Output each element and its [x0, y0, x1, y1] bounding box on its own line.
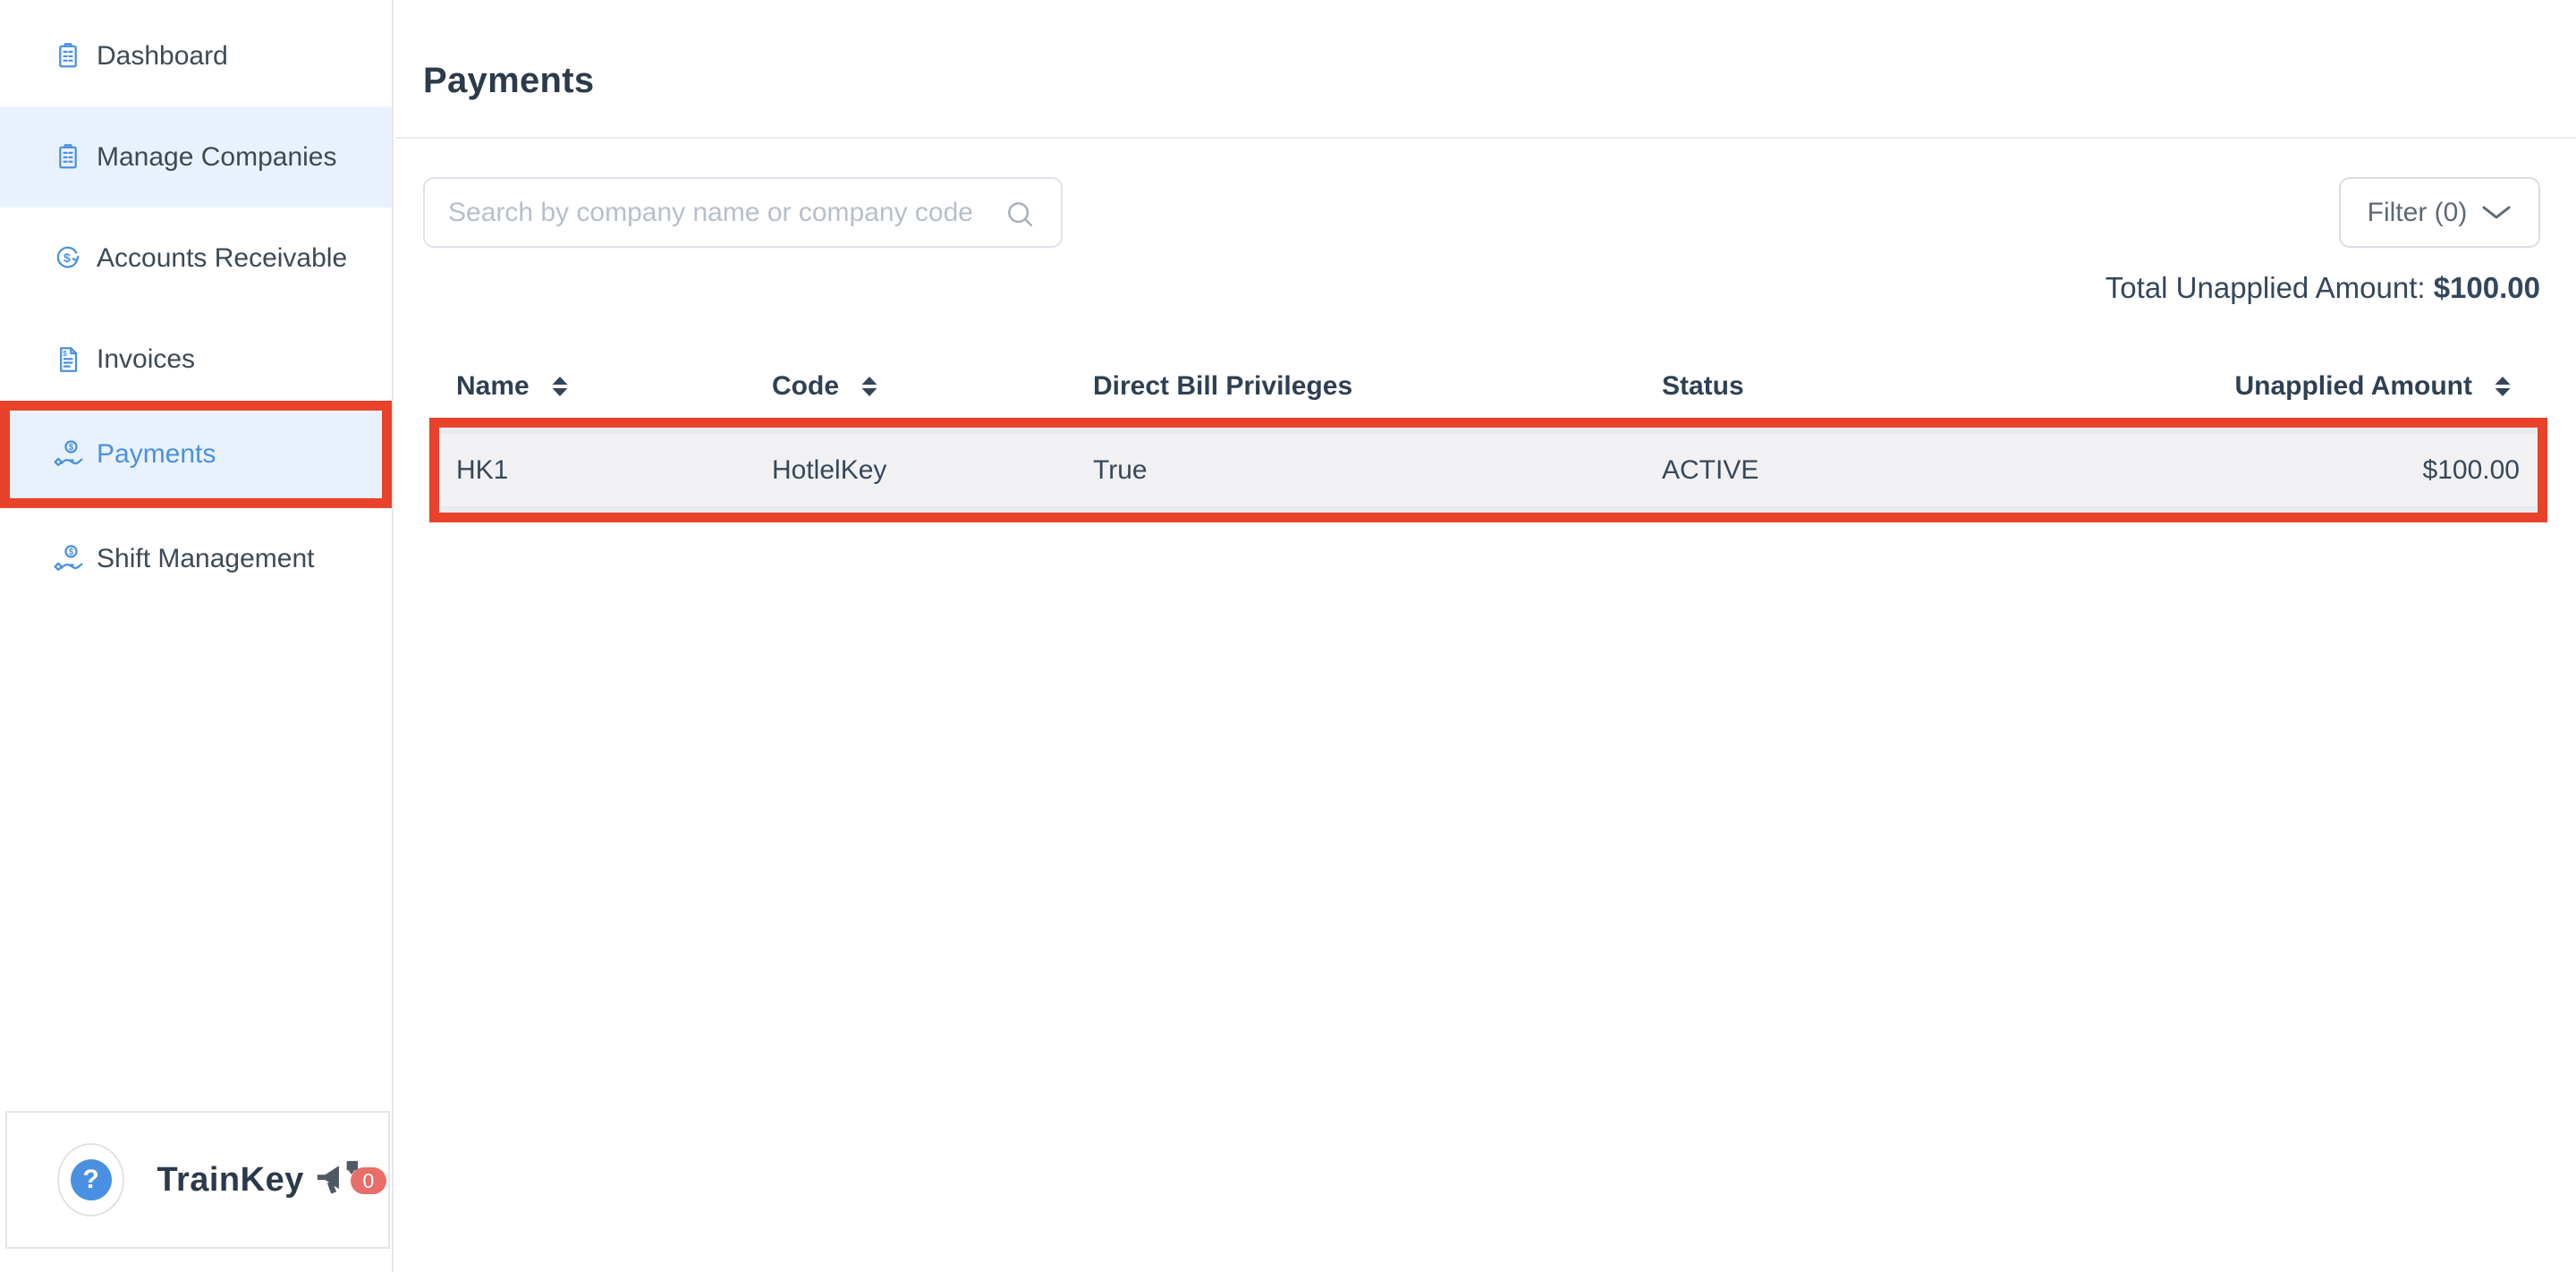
column-header-unapplied-amount[interactable]: Unapplied Amount	[2107, 371, 2537, 402]
search-input[interactable]	[425, 179, 1061, 246]
sort-icon[interactable]	[2494, 376, 2512, 397]
total-unapplied-amount: Total Unapplied Amount: $100.00	[2106, 271, 2540, 305]
filter-button[interactable]: Filter (0)	[2339, 177, 2540, 248]
table-row[interactable]: HK1 HotlelKey True ACTIVE $100.00	[439, 434, 2538, 506]
dollar-cycle-icon: $	[52, 242, 84, 275]
sidebar-item-dashboard[interactable]: Dashboard	[0, 5, 392, 106]
invoice-icon: $	[52, 343, 84, 376]
sort-icon[interactable]	[860, 376, 878, 397]
sidebar-item-label: Dashboard	[97, 41, 228, 72]
total-unapplied-value: $100.00	[2434, 271, 2540, 304]
sidebar: Dashboard Manage Companies $ Accounts	[0, 0, 394, 1272]
cell-code: HotlelKey	[772, 455, 1093, 486]
building-icon	[52, 40, 84, 72]
sidebar-item-label: Invoices	[97, 344, 195, 375]
column-header-direct-bill-privileges: Direct Bill Privileges	[1093, 371, 1662, 402]
sidebar-footer: ? TrainKey 0	[5, 1111, 390, 1249]
question-icon: ?	[71, 1159, 112, 1200]
chevron-down-icon	[2481, 205, 2512, 221]
column-label: Direct Bill Privileges	[1093, 371, 1352, 402]
cell-name: HK1	[456, 455, 772, 486]
sidebar-item-payments[interactable]: $ Payments	[0, 401, 392, 508]
brand-logo-text: TrainKey	[157, 1161, 304, 1200]
filter-button-label: Filter (0)	[2368, 198, 2468, 228]
column-label: Unapplied Amount	[2234, 371, 2472, 402]
column-header-status: Status	[1662, 371, 2107, 402]
svg-text:$: $	[69, 443, 74, 453]
red-annotation-box: HK1 HotlelKey True ACTIVE $100.00	[429, 418, 2547, 522]
page-title: Payments	[423, 61, 594, 101]
hand-coin-icon: $	[52, 543, 84, 575]
help-button[interactable]: ?	[57, 1143, 124, 1217]
announcements-button[interactable]: 0	[313, 1151, 388, 1208]
column-label: Status	[1662, 371, 1744, 402]
sidebar-item-label: Accounts Receivable	[97, 243, 347, 274]
total-unapplied-label: Total Unapplied Amount:	[2106, 271, 2434, 304]
column-label: Code	[772, 371, 839, 402]
cell-direct-bill-privileges: True	[1093, 455, 1662, 486]
hand-coin-icon: $	[52, 438, 84, 471]
sidebar-item-accounts-receivable[interactable]: $ Accounts Receivable	[0, 208, 392, 309]
notification-badge: 0	[351, 1167, 386, 1194]
sidebar-item-shift-management[interactable]: $ Shift Management	[0, 508, 392, 609]
sidebar-item-invoices[interactable]: $ Invoices	[0, 309, 392, 410]
cell-status: ACTIVE	[1662, 455, 2108, 486]
sidebar-item-label: Payments	[97, 439, 216, 470]
column-header-code[interactable]: Code	[772, 371, 1093, 402]
svg-text:$: $	[64, 250, 71, 265]
sort-icon[interactable]	[551, 376, 569, 397]
sidebar-nav: Dashboard Manage Companies $ Accounts	[0, 5, 392, 609]
company-search	[423, 177, 1063, 248]
table-header-row: Name Code Direct Bill Privileges Status …	[423, 358, 2537, 415]
page-header	[395, 0, 2576, 139]
svg-text:$: $	[63, 349, 67, 357]
column-header-name[interactable]: Name	[456, 371, 772, 402]
cell-unapplied-amount: $100.00	[2108, 455, 2538, 486]
svg-text:$: $	[69, 547, 74, 557]
sidebar-item-label: Shift Management	[97, 544, 314, 574]
building-icon	[52, 141, 84, 174]
column-label: Name	[456, 371, 530, 402]
sidebar-item-manage-companies[interactable]: Manage Companies	[0, 106, 392, 208]
sidebar-item-label: Manage Companies	[97, 142, 337, 173]
search-icon	[1004, 198, 1038, 232]
